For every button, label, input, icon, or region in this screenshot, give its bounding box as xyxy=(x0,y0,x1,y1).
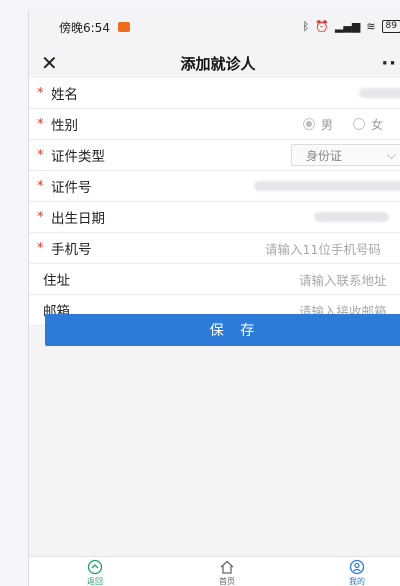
home-icon xyxy=(220,560,234,574)
battery-icon: 89 xyxy=(381,20,400,33)
tab-mine[interactable]: 我的 xyxy=(327,559,387,586)
field-name[interactable]: * 姓名 xyxy=(29,78,400,109)
patient-form: * 姓名 * 性别 男 女 * 证件类型 身份证 ⌵ * 证件号 * 出生日期 … xyxy=(29,78,400,326)
tab-back-label: 返回 xyxy=(87,577,103,586)
alarm-icon: ⏰ xyxy=(315,20,329,33)
radio-female[interactable] xyxy=(353,118,366,130)
field-label: 住址 xyxy=(43,273,70,289)
id-number-value-blurred[interactable] xyxy=(254,181,400,191)
required-mark: * xyxy=(37,116,44,132)
bluetooth-icon: ᛒ xyxy=(302,20,310,33)
field-label: 手机号 xyxy=(51,242,92,258)
nav-bar: ✕ 添加就诊人 ·· xyxy=(29,46,400,80)
required-mark: * xyxy=(37,240,44,256)
bottom-tab-bar: 返回 首页 我的 xyxy=(29,556,400,586)
gender-radio-group: 男 女 xyxy=(303,116,383,133)
tab-mine-label: 我的 xyxy=(349,577,365,586)
phone-input[interactable]: 请输入11位手机号码 xyxy=(265,239,381,258)
field-address: 住址 请输入联系地址 xyxy=(29,264,400,295)
chevron-down-icon: ⌵ xyxy=(386,148,396,162)
phone-screen: 傍晚6:54 ᛒ ⏰ ▂▄▆ ≋ 89 ✕ 添加就诊人 ·· * 姓名 * 性别… xyxy=(28,10,400,586)
birthdate-value-blurred[interactable] xyxy=(314,212,389,222)
tab-home-label: 首页 xyxy=(219,577,235,586)
user-icon xyxy=(349,559,365,575)
field-label: 出生日期 xyxy=(51,211,105,227)
field-label: 证件类型 xyxy=(51,149,105,165)
more-icon[interactable]: ·· xyxy=(381,53,397,74)
field-phone: * 手机号 请输入11位手机号码 xyxy=(29,233,400,264)
signal-icon: ▂▄▆ xyxy=(334,20,361,33)
radio-male-label[interactable]: 男 xyxy=(321,116,333,133)
radio-female-label[interactable]: 女 xyxy=(371,116,383,133)
field-gender: * 性别 男 女 xyxy=(29,109,400,140)
name-value-blurred[interactable] xyxy=(359,88,400,98)
field-birthdate[interactable]: * 出生日期 › xyxy=(29,202,400,233)
required-mark: * xyxy=(37,209,44,225)
address-input[interactable]: 请输入联系地址 xyxy=(299,270,387,289)
field-label: 姓名 xyxy=(51,87,78,103)
radio-male[interactable] xyxy=(303,118,315,130)
field-id-type: * 证件类型 身份证 ⌵ xyxy=(29,140,400,171)
page-title: 添加就诊人 xyxy=(180,54,256,73)
recording-icon xyxy=(117,22,130,32)
required-mark: * xyxy=(37,147,44,163)
tab-home[interactable]: 首页 xyxy=(197,559,257,586)
status-icons: ᛒ ⏰ ▂▄▆ ≋ 89 xyxy=(303,20,400,33)
required-mark: * xyxy=(37,85,44,101)
field-label: 证件号 xyxy=(51,180,92,196)
status-time: 傍晚6:54 xyxy=(59,20,110,35)
tab-back[interactable]: 返回 xyxy=(65,559,125,586)
id-type-value: 身份证 xyxy=(306,148,343,163)
field-id-number[interactable]: * 证件号 xyxy=(29,171,400,202)
back-icon xyxy=(87,559,103,575)
save-button[interactable]: 保 存 xyxy=(45,314,400,346)
id-type-select[interactable]: 身份证 ⌵ xyxy=(291,144,400,166)
field-label: 性别 xyxy=(51,118,78,134)
wifi-icon: ≋ xyxy=(366,20,376,33)
required-mark: * xyxy=(37,178,44,194)
